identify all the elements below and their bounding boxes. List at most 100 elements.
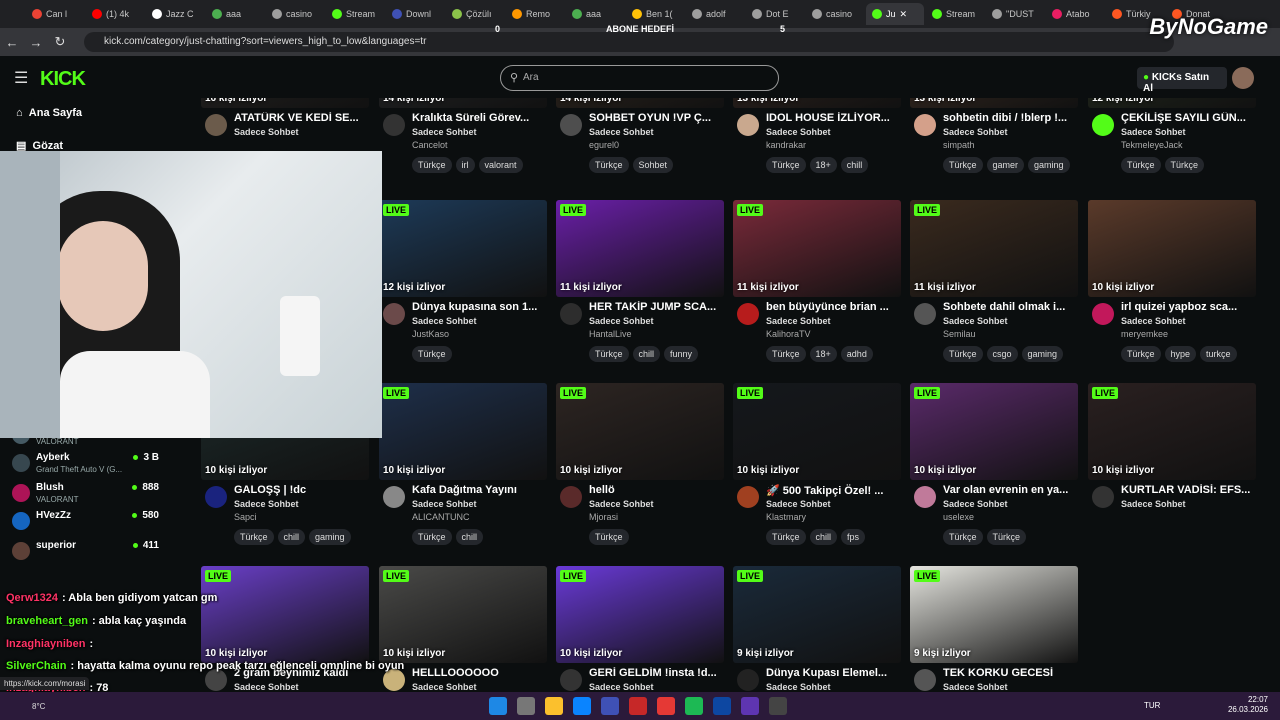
stream-thumbnail[interactable]: 14 kişi izliyor	[556, 98, 724, 108]
avatar[interactable]	[383, 114, 405, 136]
stream-thumbnail[interactable]: LIVE 10 kişi izliyor	[379, 383, 547, 480]
stream-thumbnail[interactable]: LIVE 9 kişi izliyor	[910, 566, 1078, 663]
stream-title[interactable]: Sohbete dahil olmak i...	[943, 301, 1078, 313]
search-icon[interactable]	[517, 697, 535, 715]
streamer-name[interactable]: simpath	[943, 140, 975, 150]
stream-title[interactable]: 🚀 500 Takipçi Özel! ...	[766, 484, 901, 497]
tag-chip[interactable]: Türkçe	[589, 529, 629, 545]
stream-card[interactable]: 12 kişi izliyor ÇEKİLİŞE SAYILI GÜN... Sad…	[1088, 98, 1256, 181]
browser-tab[interactable]: Ben 1(	[626, 3, 684, 25]
stream-card[interactable]: LIVE 11 kişi izliyor ben büyüyünce brian .…	[733, 200, 901, 370]
tag-chip[interactable]: gaming	[1021, 346, 1064, 362]
avatar[interactable]	[383, 303, 405, 325]
streamer-name[interactable]: kandrakar	[766, 140, 806, 150]
tag-chip[interactable]: gamer	[986, 157, 1025, 173]
stream-category[interactable]: Sadece Sohbet	[234, 499, 299, 509]
stream-category[interactable]: Sadece Sohbet	[766, 499, 831, 509]
avatar[interactable]	[560, 669, 582, 691]
avatar[interactable]	[1092, 486, 1114, 508]
stream-category[interactable]: Sadece Sohbet	[766, 316, 831, 326]
streamer-name[interactable]: Klastmary	[766, 512, 806, 522]
stream-category[interactable]: Sadece Sohbet	[412, 499, 477, 509]
tag-chip[interactable]: Türkçe	[589, 346, 629, 362]
stream-thumbnail[interactable]: LIVE 12 kişi izliyor	[379, 200, 547, 297]
stream-category[interactable]: Sadece Sohbet	[766, 127, 831, 137]
stream-category[interactable]: Sadece Sohbet	[412, 127, 477, 137]
steam-icon[interactable]	[769, 697, 787, 715]
browser-tab[interactable]: Stream	[326, 3, 384, 25]
stream-category[interactable]: Sadece Sohbet	[1121, 499, 1186, 509]
tag-chip[interactable]: chill	[840, 157, 869, 173]
tag-chip[interactable]: funny	[664, 346, 699, 362]
stream-thumbnail[interactable]: 12 kişi izliyor	[1088, 98, 1256, 108]
streamer-name[interactable]: Semilau	[943, 329, 976, 339]
tag-chip[interactable]: chill	[632, 346, 661, 362]
stream-thumbnail[interactable]: LIVE 10 kişi izliyor	[1088, 383, 1256, 480]
streamer-name[interactable]: KalihoraTV	[766, 329, 811, 339]
tag-chip[interactable]: Türkçe	[412, 157, 452, 173]
browser-tab[interactable]: Dot E	[746, 3, 804, 25]
stream-card[interactable]: LIVE 9 kişi izliyor TEK KORKU GECESİ Sadece…	[910, 566, 1078, 695]
windows-icon[interactable]	[489, 697, 507, 715]
avatar[interactable]	[914, 486, 936, 508]
sidebar-item-home[interactable]: ⌂ Ana Sayfa	[16, 107, 82, 119]
stream-thumbnail[interactable]: LIVE 10 kişi izliyor	[556, 383, 724, 480]
avatar[interactable]	[737, 303, 759, 325]
search-input[interactable]: ⚲ Ara	[500, 65, 779, 91]
stream-category[interactable]: Sadece Sohbet	[943, 682, 1008, 692]
stream-thumbnail[interactable]: 13 kişi izliyor	[910, 98, 1078, 108]
stream-thumbnail[interactable]: LIVE 9 kişi izliyor	[733, 566, 901, 663]
stream-title[interactable]: Dünya kupasına son 1...	[412, 301, 547, 313]
avatar[interactable]	[737, 114, 759, 136]
stream-title[interactable]: SOHBET OYUN !VP Ç...	[589, 112, 724, 124]
tag-chip[interactable]: Türkçe	[412, 346, 452, 362]
stream-card[interactable]: LIVE 10 kişi izliyor Kafa Dağıtma Yayını Sa…	[379, 383, 547, 553]
tag-chip[interactable]: Türkçe	[589, 157, 629, 173]
close-icon[interactable]: ✕	[900, 9, 908, 20]
browser-tab[interactable]: aaa	[206, 3, 264, 25]
stream-card[interactable]: LIVE 10 kişi izliyor Var olan evrenin en y…	[910, 383, 1078, 553]
tag-chip[interactable]: adhd	[840, 346, 873, 362]
stream-title[interactable]: ben büyüyünce brian ...	[766, 301, 901, 313]
browser-tab[interactable]: "DUST	[986, 3, 1044, 25]
stream-title[interactable]: HER TAKİP JUMP SCA...	[589, 301, 724, 313]
stream-category[interactable]: Sadece Sohbet	[943, 499, 1008, 509]
stream-card[interactable]: LIVE 11 kişi izliyor Sohbete dahil olmak i…	[910, 200, 1078, 370]
browser-tab[interactable]: casino	[806, 3, 864, 25]
stream-title[interactable]: GALOŞŞ | !dc	[234, 484, 369, 496]
tag-chip[interactable]: chill	[809, 529, 838, 545]
stream-title[interactable]: TEK KORKU GECESİ	[943, 667, 1078, 679]
stream-title[interactable]: ÇEKİLİŞE SAYILI GÜN...	[1121, 112, 1256, 124]
browser-tab[interactable]: Atabo	[1046, 3, 1104, 25]
tag-chip[interactable]: 18+	[809, 157, 837, 173]
stream-category[interactable]: Sadece Sohbet	[1121, 127, 1186, 137]
tag-chip[interactable]: chill	[277, 529, 306, 545]
stream-card[interactable]: LIVE 10 kişi izliyor hellö Sadece Sohbet Mjo…	[556, 383, 724, 553]
stream-thumbnail[interactable]: 10 kişi izliyor	[1088, 200, 1256, 297]
tag-chip[interactable]: csgo	[986, 346, 1018, 362]
stream-title[interactable]: Dünya Kupası Elemel...	[766, 667, 901, 679]
avatar[interactable]	[205, 486, 227, 508]
browser-tab[interactable]: adolf	[686, 3, 744, 25]
stream-title[interactable]: sohbetin dibi / !blerp !...	[943, 112, 1078, 124]
stream-category[interactable]: Sadece Sohbet	[943, 316, 1008, 326]
opera-icon[interactable]	[629, 697, 647, 715]
tag-chip[interactable]: Türkçe	[943, 346, 983, 362]
stream-title[interactable]: hellö	[589, 484, 724, 496]
stream-thumbnail[interactable]: LIVE 10 kişi izliyor	[556, 566, 724, 663]
stream-title[interactable]: Kralıkta Süreli Görev...	[412, 112, 547, 124]
tag-chip[interactable]: Türkçe	[1164, 157, 1205, 173]
stream-title[interactable]: Kafa Dağıtma Yayını	[412, 484, 547, 496]
stream-category[interactable]: Sadece Sohbet	[412, 316, 477, 326]
stream-card[interactable]: 13 kişi izliyor sohbetin dibi / !blerp !.…	[910, 98, 1078, 181]
avatar[interactable]	[914, 114, 936, 136]
tag-chip[interactable]: gaming	[309, 529, 351, 545]
language-indicator[interactable]: TUR	[1144, 701, 1160, 710]
forward-icon[interactable]: →	[24, 35, 48, 50]
folder-icon[interactable]	[545, 697, 563, 715]
avatar[interactable]	[560, 303, 582, 325]
stream-thumbnail[interactable]: LIVE 10 kişi izliyor	[733, 383, 901, 480]
browser-tab[interactable]: Çözülı	[446, 3, 504, 25]
stream-title[interactable]: ATATÜRK VE KEDİ SE...	[234, 112, 369, 124]
stream-thumbnail[interactable]: LIVE 11 kişi izliyor	[556, 200, 724, 297]
